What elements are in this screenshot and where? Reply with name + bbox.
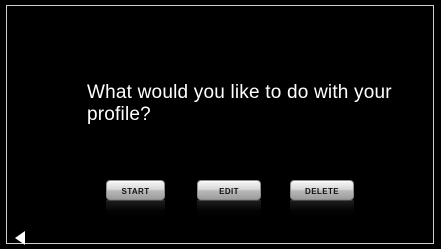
edit-button-reflection: [197, 200, 261, 218]
delete-button-reflection: [290, 200, 354, 218]
profile-prompt: What would you like to do with your prof…: [87, 82, 392, 125]
back-icon[interactable]: [15, 231, 25, 245]
start-button[interactable]: START: [106, 180, 165, 200]
delete-button-label: DELETE: [305, 186, 339, 196]
start-button-label: START: [121, 186, 150, 196]
profile-screen: What would you like to do with your prof…: [7, 6, 433, 243]
edit-button-label: EDIT: [219, 186, 239, 196]
edit-button[interactable]: EDIT: [197, 180, 261, 200]
start-button-reflection: [106, 200, 165, 218]
delete-button[interactable]: DELETE: [290, 180, 354, 200]
